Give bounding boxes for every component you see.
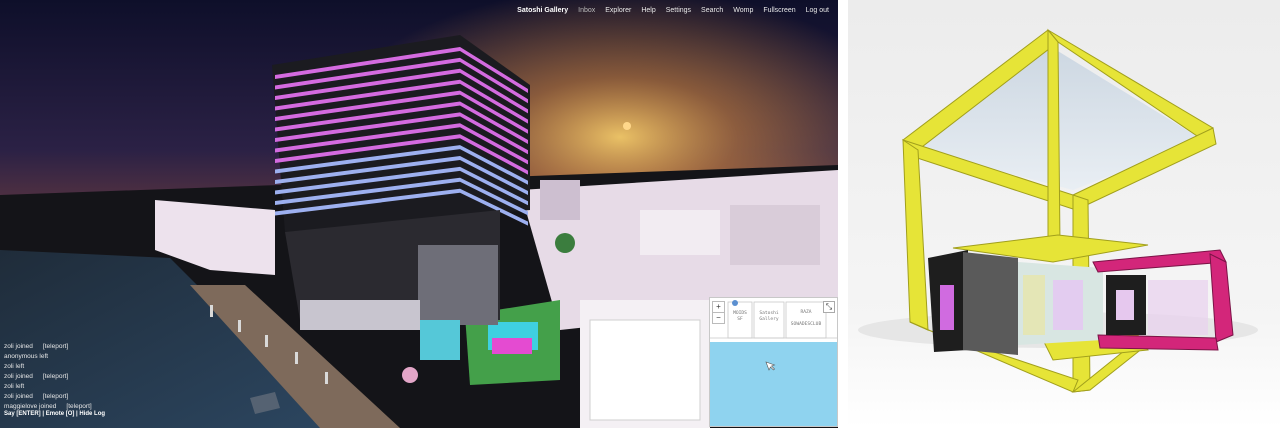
chat-line: anonymous left bbox=[4, 352, 204, 362]
chat-line: zoli joined [teleport] bbox=[4, 392, 204, 402]
chat-line: zoli joined [teleport] bbox=[4, 342, 204, 352]
chat-line: zoli joined [teleport] bbox=[4, 372, 204, 382]
chat-line-text: zoli joined bbox=[4, 393, 33, 400]
menu-item-fullscreen[interactable]: Fullscreen bbox=[758, 4, 800, 17]
menu-item-explorer[interactable]: Explorer bbox=[600, 4, 636, 17]
chat-line-text: maggielove joined bbox=[4, 403, 57, 410]
chat-line: zoli left bbox=[4, 362, 204, 372]
chat-line-tag: [teleport] bbox=[42, 373, 69, 380]
chat-line-text: anonymous left bbox=[4, 353, 49, 360]
zoom-controls: + − bbox=[712, 301, 725, 324]
game-viewport[interactable]: Satoshi Gallery Inbox Explorer Help Settings… bbox=[0, 0, 838, 428]
map-label: Satoshi Gallery bbox=[759, 311, 779, 322]
menu-item-settings[interactable]: Settings bbox=[661, 4, 696, 17]
chat-line-text: zoli joined bbox=[4, 343, 33, 350]
map-label: RAZA bbox=[800, 310, 812, 315]
chat-line-tag: [teleport] bbox=[66, 403, 92, 410]
chat-line-text: zoli joined bbox=[4, 373, 33, 380]
map-label: MOIDS SF bbox=[733, 311, 747, 322]
hide-log-button[interactable]: Hide Log bbox=[79, 411, 105, 417]
menu-item-log-out[interactable]: Log out bbox=[801, 4, 834, 17]
menu-item-search[interactable]: Search bbox=[696, 4, 728, 17]
menu-item-help[interactable]: Help bbox=[636, 4, 660, 17]
chat-controls: Say [ENTER] | Emote [O] | Hide Log bbox=[4, 411, 105, 417]
chat-line-tag: [teleport] bbox=[42, 393, 69, 400]
zoom-in-button[interactable]: + bbox=[713, 302, 724, 312]
zoom-out-button[interactable]: − bbox=[713, 312, 724, 323]
say-button[interactable]: Say [ENTER] bbox=[4, 411, 41, 417]
menu-item-womp[interactable]: Womp bbox=[728, 4, 758, 17]
chat-line: zoli left bbox=[4, 382, 204, 392]
top-menu-bar: Satoshi Gallery Inbox Explorer Help Settings… bbox=[512, 4, 834, 17]
cube-frame-render bbox=[848, 0, 1280, 428]
panel-divider bbox=[838, 0, 848, 428]
chat-line-text: zoli left bbox=[4, 363, 25, 370]
menu-item-satoshi-gallery[interactable]: Satoshi Gallery bbox=[512, 4, 573, 17]
menu-item-inbox[interactable]: Inbox bbox=[573, 4, 600, 17]
chat-log: zoli joined [teleport] anonymous left zoli … bbox=[4, 342, 204, 412]
emote-button[interactable]: Emote [O] bbox=[46, 411, 75, 417]
map-label: SOWADESCLUB bbox=[790, 322, 822, 327]
chat-line-text: zoli left bbox=[4, 383, 25, 390]
model-preview bbox=[848, 0, 1280, 428]
minimap[interactable]: + − ⤡ MOIDS SF Satoshi Gallery RAZA SOWADE… bbox=[709, 297, 838, 427]
chat-line-tag: [teleport] bbox=[42, 343, 69, 350]
